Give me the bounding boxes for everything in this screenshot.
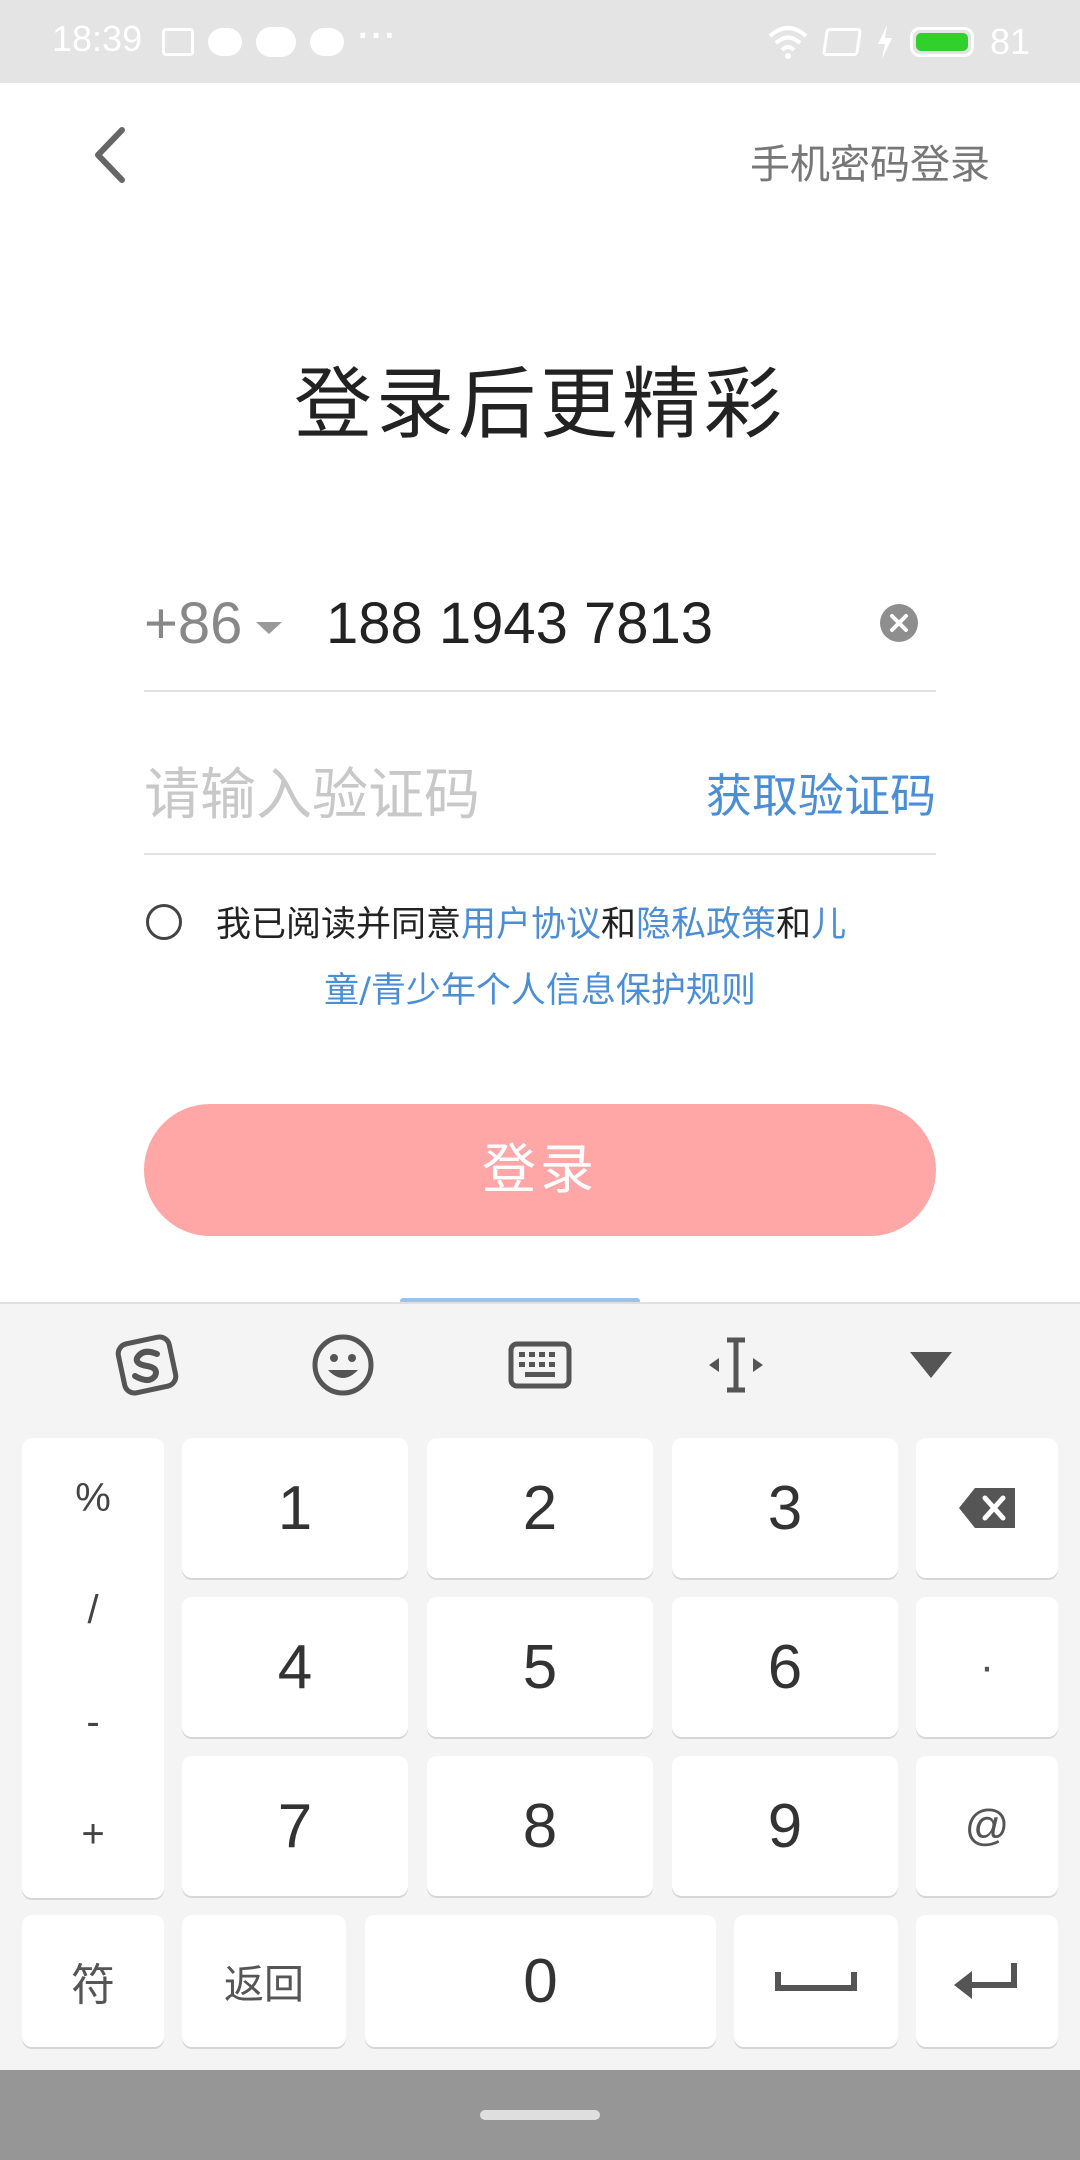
collapse-icon[interactable] [896, 1330, 966, 1400]
agreement-and: 和 [776, 905, 812, 945]
cloud-icon [256, 27, 296, 57]
space-key[interactable] [734, 1915, 898, 2047]
wifi-icon [768, 26, 808, 59]
percent-key[interactable]: % [22, 1476, 164, 1521]
system-navigation-bar [0, 2070, 1080, 2160]
emoji-icon[interactable] [308, 1330, 378, 1400]
agreement-prefix: 我已阅读并同意 [216, 905, 462, 945]
agreement-text: 我已阅读并同意用户协议和隐私政策和儿 [216, 896, 846, 947]
space-icon [775, 1972, 857, 1991]
news-icon [162, 28, 194, 56]
status-time: 18:39 [52, 18, 143, 59]
backspace-icon [959, 1488, 1015, 1528]
page-title: 登录后更精彩 [293, 360, 786, 450]
country-code-select[interactable]: +86 [144, 590, 242, 657]
key-6[interactable]: 6 [672, 1597, 898, 1737]
chat-bubble-icon [310, 28, 344, 56]
enter-key[interactable] [916, 1915, 1058, 2047]
key-2[interactable]: 2 [427, 1438, 653, 1578]
status-bar: 18:39 ··· 81 [0, 0, 1080, 83]
key-4[interactable]: 4 [182, 1597, 408, 1737]
dot-key[interactable]: · [916, 1597, 1058, 1737]
privacy-policy-link[interactable]: 隐私政策 [636, 905, 776, 945]
keyboard-toolbar [0, 1304, 1080, 1424]
caret-down-icon[interactable] [256, 622, 282, 634]
agreement-text-line2: 童/青少年个人信息保护规则 [0, 962, 1080, 1013]
more-dots-icon: ··· [358, 16, 398, 55]
symbol-column: % / - + [22, 1438, 164, 1898]
key-7[interactable]: 7 [182, 1756, 408, 1896]
phone-row: +86 188 1943 7813 [144, 580, 936, 692]
numeric-keyboard: % / - + 1 2 3 4 5 6 · 7 8 9 @ 符 返回 0 [0, 1302, 1080, 2070]
symbols-key[interactable]: 符 [22, 1915, 164, 2047]
system-icons: 81 [768, 21, 1030, 62]
minus-key[interactable]: - [22, 1700, 164, 1745]
phone-input[interactable]: 188 1943 7813 [326, 590, 713, 657]
sogou-icon[interactable] [113, 1330, 183, 1400]
home-gesture-handle[interactable] [480, 2110, 600, 2120]
chat-bubble-icon [208, 28, 242, 56]
agreement-and: 和 [601, 905, 637, 945]
cursor-icon[interactable] [701, 1330, 771, 1400]
keyboard-icon[interactable] [505, 1330, 575, 1400]
login-button[interactable]: 登录 [144, 1104, 936, 1236]
children-rules-link[interactable]: 童/青少年个人信息保护规则 [324, 971, 756, 1011]
key-9[interactable]: 9 [672, 1756, 898, 1896]
user-agreement-link[interactable]: 用户协议 [461, 905, 601, 945]
screen-icon [821, 28, 862, 56]
children-rules-link[interactable]: 儿 [811, 905, 846, 945]
verification-code-input[interactable] [144, 750, 644, 840]
enter-icon [954, 1963, 1017, 1999]
plus-key[interactable]: + [22, 1812, 164, 1857]
get-code-button[interactable]: 获取验证码 [706, 760, 936, 826]
key-1[interactable]: 1 [182, 1438, 408, 1578]
key-5[interactable]: 5 [427, 1597, 653, 1737]
backspace-key[interactable] [916, 1438, 1058, 1578]
password-login-link[interactable]: 手机密码登录 [750, 132, 990, 190]
chevron-left-icon[interactable] [86, 122, 136, 188]
key-0[interactable]: 0 [365, 1915, 716, 2047]
key-3[interactable]: 3 [672, 1438, 898, 1578]
at-key[interactable]: @ [916, 1756, 1058, 1896]
clear-circle-icon[interactable] [880, 604, 918, 642]
charging-icon [877, 25, 892, 59]
key-8[interactable]: 8 [427, 1756, 653, 1896]
agreement-checkbox[interactable] [146, 904, 182, 940]
slash-key[interactable]: / [22, 1588, 164, 1633]
battery-icon [909, 27, 974, 57]
back-key[interactable]: 返回 [182, 1915, 346, 2047]
notification-icons: ··· [162, 17, 398, 62]
code-row: 获取验证码 [144, 745, 936, 855]
battery-level: 81 [989, 21, 1030, 62]
